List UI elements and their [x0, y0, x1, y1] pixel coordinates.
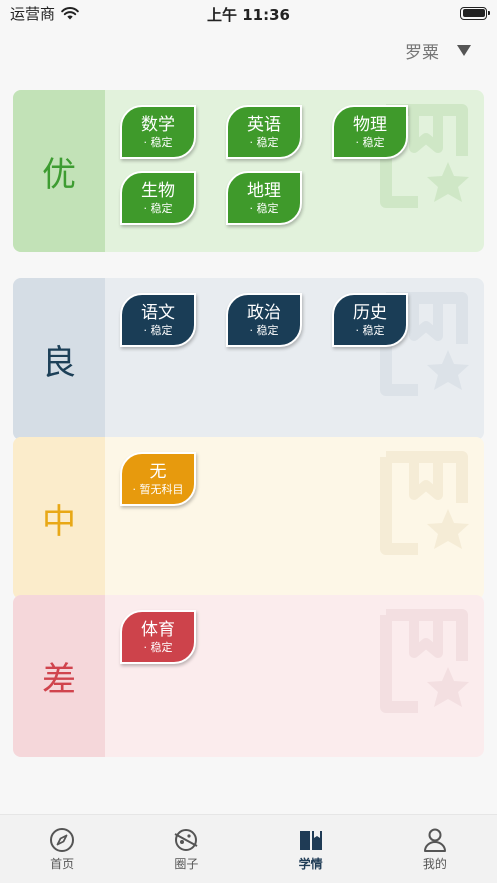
tab-study[interactable]: 学情: [249, 815, 373, 883]
compass-icon: [50, 828, 75, 852]
grade-card-body: 数学 · 稳定 英语 · 稳定 物理 · 稳定 生物 · 稳定 地理 · 稳定: [105, 90, 484, 252]
subject-chip[interactable]: 数学 · 稳定: [120, 105, 196, 159]
subject-name: 数学: [141, 115, 175, 135]
battery-icon: [460, 6, 490, 20]
subject-chip[interactable]: 体育 · 稳定: [120, 610, 196, 664]
subject-status: · 稳定: [249, 324, 279, 337]
subject-chip[interactable]: 物理 · 稳定: [332, 105, 408, 159]
subject-name: 历史: [353, 303, 387, 323]
tab-home[interactable]: 首页: [0, 815, 124, 883]
subject-chip-list: 语文 · 稳定 政治 · 稳定 历史 · 稳定: [120, 293, 450, 347]
wifi-icon: [61, 7, 79, 20]
subject-chip-list: 体育 · 稳定: [120, 610, 450, 664]
grade-card-body: 体育 · 稳定: [105, 595, 484, 757]
subject-name: 体育: [141, 620, 175, 640]
subject-name: 物理: [353, 115, 387, 135]
subject-status: · 稳定: [143, 136, 173, 149]
tab-home-label: 首页: [50, 857, 75, 871]
subject-name: 生物: [141, 181, 175, 201]
student-name: 罗粟: [405, 43, 439, 63]
status-left: 运营商: [10, 3, 79, 24]
dropdown-triangle-icon: [457, 45, 471, 56]
subject-chip[interactable]: 政治 · 稳定: [226, 293, 302, 347]
tab-study-label: 学情: [298, 857, 323, 871]
subject-chip[interactable]: 生物 · 稳定: [120, 171, 196, 225]
subject-chip[interactable]: 语文 · 稳定: [120, 293, 196, 347]
student-selector[interactable]: 罗粟: [405, 38, 471, 63]
subject-status: · 稳定: [249, 136, 279, 149]
subject-name: 地理: [247, 181, 281, 201]
tab-mine-label: 我的: [422, 857, 447, 871]
subject-name: 无: [149, 462, 167, 482]
grade-card: 差体育 · 稳定: [13, 595, 484, 757]
grade-card: 优数学 · 稳定 英语 · 稳定 物理 · 稳定 生物 · 稳定 地理 · 稳定: [13, 90, 484, 252]
grade-label: 优: [13, 90, 105, 252]
subject-chip[interactable]: 无 · 暂无科目: [120, 452, 196, 506]
subject-status: · 稳定: [355, 324, 385, 337]
book-icon: [299, 831, 322, 850]
subject-status: · 稳定: [143, 324, 173, 337]
subject-name: 政治: [247, 303, 281, 323]
subject-name: 语文: [141, 303, 175, 323]
subject-status: · 暂无科目: [132, 483, 184, 496]
grade-card: 中无 · 暂无科目: [13, 437, 484, 599]
grade-label: 差: [13, 595, 105, 757]
subject-chip-list: 数学 · 稳定 英语 · 稳定 物理 · 稳定 生物 · 稳定 地理 · 稳定: [120, 105, 450, 225]
grade-card-body: 无 · 暂无科目: [105, 437, 484, 599]
tab-mine[interactable]: 我的: [373, 815, 497, 883]
subject-status: · 稳定: [143, 202, 173, 215]
grade-label: 中: [13, 437, 105, 599]
subject-chip-list: 无 · 暂无科目: [120, 452, 450, 506]
subject-status: · 稳定: [143, 641, 173, 654]
subject-chip[interactable]: 历史 · 稳定: [332, 293, 408, 347]
subject-status: · 稳定: [355, 136, 385, 149]
subject-chip[interactable]: 地理 · 稳定: [226, 171, 302, 225]
tab-circle-label: 圈子: [174, 857, 199, 871]
grade-label: 良: [13, 278, 105, 440]
person-icon: [423, 828, 446, 852]
subject-chip[interactable]: 英语 · 稳定: [226, 105, 302, 159]
subject-status: · 稳定: [249, 202, 279, 215]
tab-bar: 首页 圈子 学情 我的: [0, 814, 497, 883]
grade-card-body: 语文 · 稳定 政治 · 稳定 历史 · 稳定: [105, 278, 484, 440]
subject-name: 英语: [247, 115, 281, 135]
carrier-label: 运营商: [10, 4, 56, 23]
tab-circle[interactable]: 圈子: [124, 815, 248, 883]
status-bar: 运营商: [0, 0, 497, 26]
planet-icon: [174, 829, 198, 851]
grade-card: 良语文 · 稳定 政治 · 稳定 历史 · 稳定: [13, 278, 484, 440]
